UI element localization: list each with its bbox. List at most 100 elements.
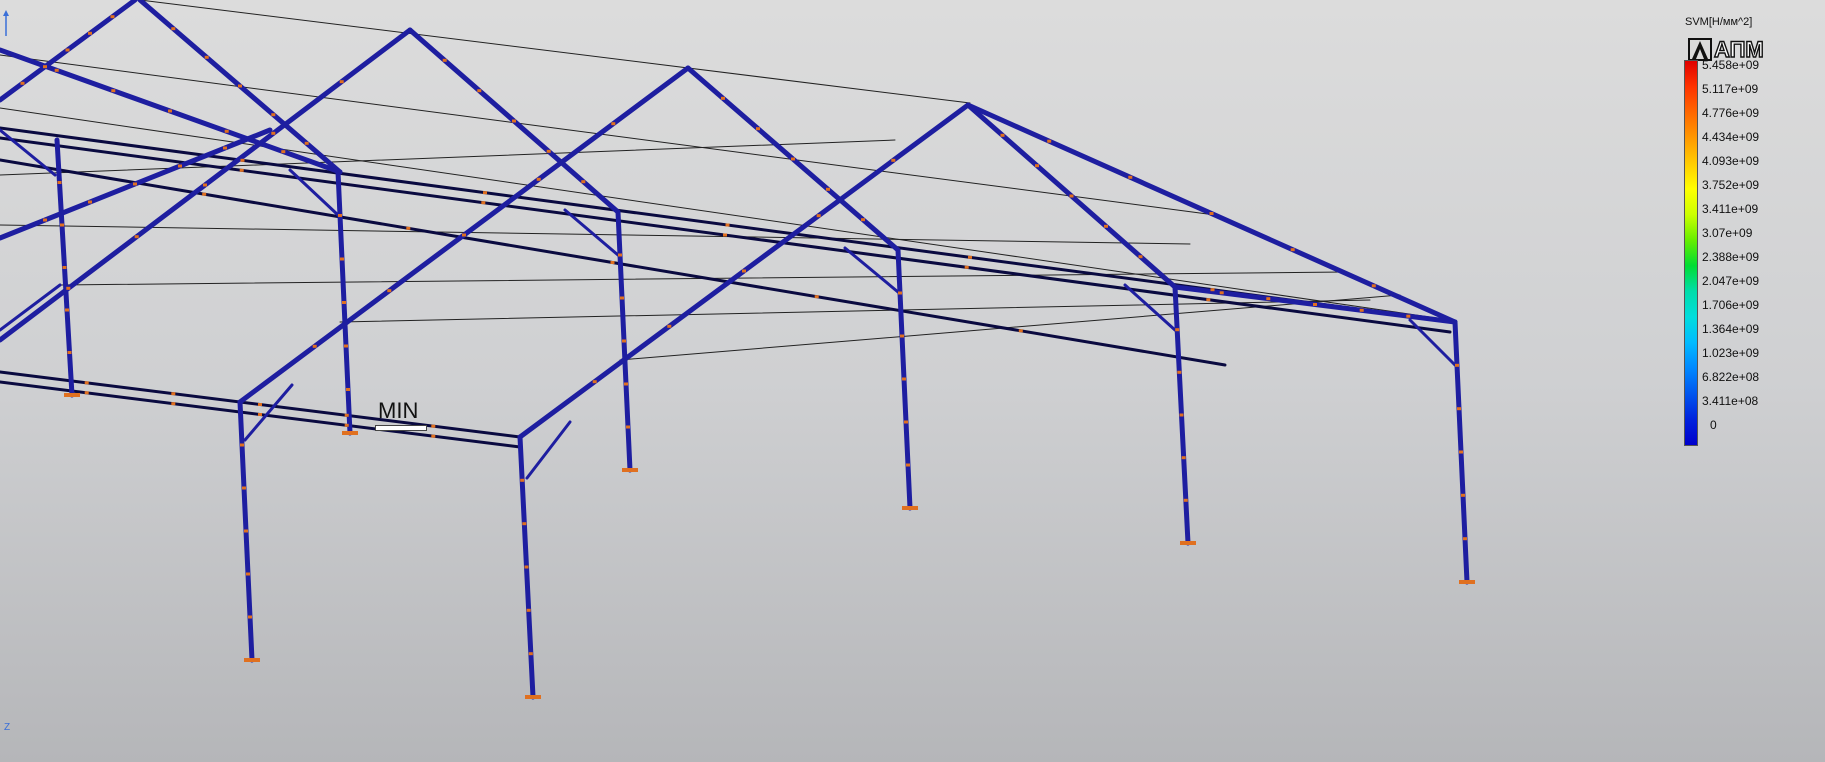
- node-marker: [304, 141, 309, 145]
- base-plate: [342, 431, 358, 435]
- node-marker: [622, 339, 626, 343]
- node-marker: [462, 233, 466, 237]
- node-marker: [344, 344, 348, 348]
- legend-tick-label: 4.776e+09: [1702, 106, 1760, 120]
- base-plate: [1459, 580, 1475, 584]
- node-marker: [581, 180, 586, 184]
- node-marker: [1457, 407, 1461, 411]
- node-marker: [626, 425, 630, 429]
- legend-tick-label: 3.411e+08: [1702, 394, 1759, 408]
- base-plate: [1180, 541, 1196, 545]
- node-marker: [340, 257, 344, 261]
- node-marker: [342, 301, 346, 304]
- node-marker: [1179, 413, 1184, 417]
- node-marker: [406, 226, 411, 230]
- node-marker: [1175, 328, 1180, 332]
- node-marker: [339, 80, 344, 84]
- node-marker: [168, 109, 172, 113]
- legend-tick-label: 2.388e+09: [1702, 250, 1760, 264]
- node-marker: [110, 15, 115, 19]
- node-marker: [610, 261, 615, 264]
- node-marker: [816, 214, 821, 218]
- node-marker: [271, 131, 276, 135]
- node-marker: [62, 266, 67, 269]
- node-marker: [1128, 175, 1133, 179]
- color-scale-bar: [1684, 60, 1698, 446]
- node-marker: [1069, 194, 1074, 198]
- node-marker: [861, 218, 865, 222]
- min-marker-underline: [375, 425, 427, 431]
- node-marker: [1219, 291, 1224, 295]
- node-marker: [84, 391, 89, 395]
- purlins: [0, 0, 1451, 361]
- z-axis-icon: [3, 10, 9, 36]
- base-plate: [64, 393, 80, 397]
- z-axis-label: Z: [4, 722, 11, 733]
- node-marker: [171, 402, 176, 406]
- node-marker: [520, 478, 525, 482]
- node-marker: [1455, 363, 1459, 367]
- base-plate: [902, 506, 918, 510]
- node-marker: [43, 218, 47, 222]
- base-plate: [525, 695, 541, 699]
- node-marker: [1461, 493, 1465, 497]
- brace-member: [0, 128, 57, 177]
- node-marker: [723, 233, 727, 237]
- node-marker: [1104, 224, 1108, 228]
- legend-tick-label: 4.093e+09: [1702, 154, 1760, 168]
- node-marker: [431, 424, 436, 428]
- node-marker: [223, 146, 227, 150]
- node-marker: [134, 235, 139, 239]
- node-marker: [528, 652, 533, 656]
- node-marker: [248, 615, 252, 619]
- node-marker: [43, 65, 47, 69]
- node-marker: [203, 183, 207, 187]
- node-marker: [442, 58, 447, 62]
- node-marker: [281, 150, 286, 154]
- node-marker: [891, 158, 896, 162]
- node-marker: [524, 565, 529, 569]
- node-marker: [258, 403, 262, 406]
- node-marker: [171, 392, 176, 396]
- node-marker: [742, 269, 746, 273]
- brace-member: [0, 283, 62, 332]
- node-marker: [791, 157, 795, 161]
- legend-tick-label: 6.822e+08: [1702, 370, 1760, 384]
- node-marker: [721, 96, 725, 100]
- node-marker: [1290, 248, 1295, 252]
- node-marker: [1210, 288, 1215, 292]
- min-stress-marker: MIN: [378, 398, 419, 423]
- node-marker: [1183, 498, 1188, 502]
- node-marker: [84, 381, 89, 385]
- node-marker: [171, 27, 176, 31]
- node-marker: [624, 382, 628, 386]
- node-marker: [271, 113, 276, 117]
- node-marker: [1035, 164, 1039, 168]
- node-marker: [133, 182, 137, 186]
- brace-member: [525, 420, 572, 480]
- node-marker: [1209, 212, 1214, 215]
- legend-tick-label: 1.706e+09: [1702, 298, 1760, 312]
- node-marker: [238, 84, 242, 88]
- node-marker: [814, 295, 819, 299]
- node-marker: [312, 344, 317, 348]
- legend-tick-label: 1.023e+09: [1702, 346, 1760, 360]
- node-marker: [224, 129, 229, 133]
- node-marker: [1018, 329, 1023, 333]
- legend-tick-label: 5.458e+09: [1702, 58, 1760, 72]
- node-marker: [239, 168, 244, 172]
- node-marker: [1359, 308, 1364, 312]
- node-marker: [344, 423, 349, 427]
- node-marker: [1000, 133, 1005, 137]
- node-marker: [725, 223, 730, 227]
- model-viewport[interactable]: MIN Z: [0, 0, 1825, 762]
- node-marker: [964, 265, 969, 269]
- node-marker: [1463, 537, 1467, 541]
- steel-frame-model[interactable]: [0, 0, 1825, 762]
- node-marker: [431, 434, 436, 438]
- node-marker: [667, 324, 672, 328]
- node-marker: [536, 177, 541, 181]
- node-marker: [611, 122, 616, 126]
- stress-legend: SVM[Н/мм^2] АПМ 5.458e+09 5.117e+09 4.776e…: [1682, 12, 1822, 452]
- node-marker: [244, 529, 248, 533]
